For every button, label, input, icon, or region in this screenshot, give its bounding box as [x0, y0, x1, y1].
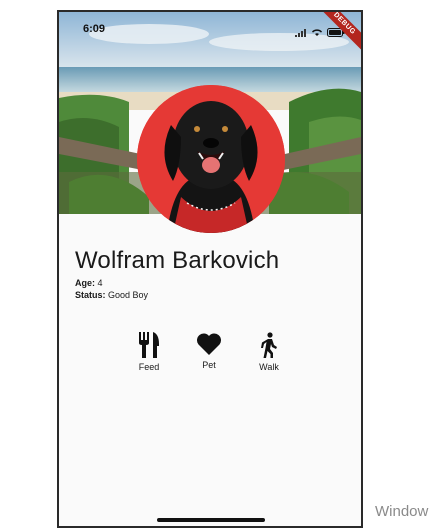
- home-indicator[interactable]: [157, 518, 265, 522]
- status-time: 6:09: [83, 23, 106, 35]
- status-label: Status:: [75, 290, 106, 300]
- screen: 6:09 DEBUG Wolfram Barkovich Age: 4 Stat…: [0, 0, 445, 531]
- action-bar: Feed Pet Walk: [129, 332, 289, 372]
- feed-button[interactable]: Feed: [129, 332, 169, 372]
- heart-icon: [196, 332, 222, 356]
- wifi-icon: [311, 24, 323, 42]
- pet-button[interactable]: Pet: [189, 332, 229, 372]
- walking-person-icon: [259, 332, 279, 358]
- pet-label: Pet: [202, 360, 216, 370]
- fork-knife-icon: [137, 332, 161, 358]
- feed-label: Feed: [138, 362, 160, 372]
- profile-name: Wolfram Barkovich: [75, 247, 280, 274]
- status-detail: Status: Good Boy: [75, 290, 148, 300]
- windows-watermark: Window: [375, 503, 429, 520]
- age-detail: Age: 4: [75, 278, 103, 288]
- phone-frame: 6:09 DEBUG Wolfram Barkovich Age: 4 Stat…: [57, 10, 363, 528]
- status-value: Good Boy: [108, 290, 149, 300]
- age-label: Age:: [75, 278, 95, 288]
- signal-icon: [295, 24, 307, 42]
- status-bar: 6:09: [59, 12, 361, 48]
- dog-avatar: [137, 85, 285, 233]
- age-value: 4: [97, 278, 103, 288]
- walk-button[interactable]: Walk: [249, 332, 289, 372]
- walk-label: Walk: [259, 362, 279, 372]
